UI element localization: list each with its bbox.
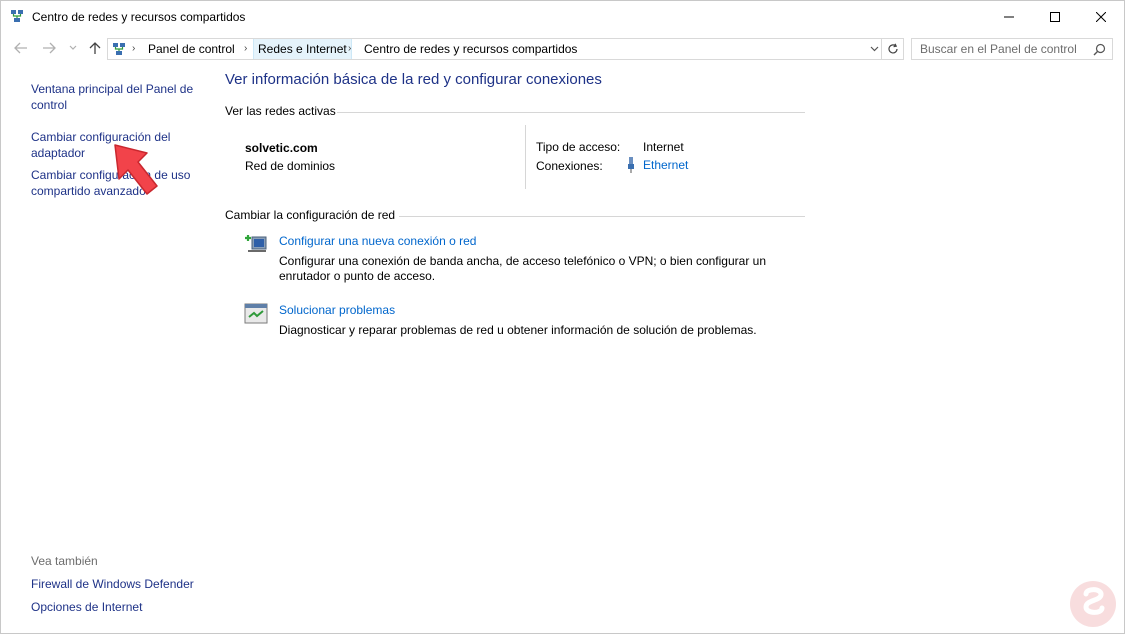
minimize-button[interactable]: [986, 1, 1032, 32]
search-input[interactable]: Buscar en el Panel de control: [920, 42, 1077, 56]
link-firewall-windows-defender[interactable]: Firewall de Windows Defender: [31, 576, 201, 592]
address-bar[interactable]: › Panel de control › Redes e Internet › …: [107, 38, 882, 60]
new-connection-icon: [245, 235, 267, 252]
ethernet-icon: [628, 157, 634, 173]
setup-new-connection-link[interactable]: Configurar una nueva conexión o red: [279, 234, 476, 248]
ethernet-connection-link[interactable]: Ethernet: [643, 158, 688, 172]
chevron-down-icon: [870, 46, 878, 52]
maximize-button[interactable]: [1032, 1, 1078, 32]
network-name: solvetic.com: [245, 141, 318, 155]
solvetic-logo-icon: [1070, 581, 1116, 627]
troubleshoot-desc: Diagnosticar y reparar problemas de red …: [279, 323, 757, 337]
close-button[interactable]: [1078, 1, 1124, 32]
section-divider: [337, 112, 805, 113]
chevron-down-icon: [69, 45, 77, 50]
page-title: Ver información básica de la red y confi…: [225, 71, 602, 88]
access-type-label: Tipo de acceso:: [536, 140, 621, 154]
back-arrow-icon: [14, 42, 27, 54]
section-divider: [399, 216, 805, 217]
breadcrumb-centro-de-redes[interactable]: Centro de redes y recursos compartidos: [360, 39, 581, 59]
forward-button[interactable]: [41, 40, 57, 56]
setup-new-connection-desc: Configurar una conexión de banda ancha, …: [279, 254, 766, 268]
connections-label: Conexiones:: [536, 159, 603, 173]
vertical-divider: [525, 125, 526, 189]
see-also-heading: Vea también: [31, 554, 98, 568]
up-arrow-icon: [89, 42, 101, 54]
maximize-icon: [1050, 11, 1060, 22]
access-type-value: Internet: [643, 140, 684, 154]
close-icon: [1096, 11, 1106, 22]
recent-locations-button[interactable]: [65, 40, 81, 56]
breadcrumb-separator-icon[interactable]: ›: [244, 39, 247, 59]
forward-arrow-icon: [43, 42, 56, 54]
network-center-icon: [11, 10, 23, 22]
back-button[interactable]: [13, 40, 29, 56]
refresh-button[interactable]: [882, 38, 904, 60]
breadcrumb-separator-icon[interactable]: ›: [348, 39, 351, 59]
troubleshoot-icon: [244, 303, 268, 324]
link-opciones-de-internet[interactable]: Opciones de Internet: [31, 599, 201, 615]
link-ventana-principal[interactable]: Ventana principal del Panel de control: [31, 81, 201, 113]
setup-new-connection-desc-2: enrutador o punto de acceso.: [279, 269, 436, 283]
active-networks-heading: Ver las redes activas: [225, 104, 336, 118]
breadcrumb-panel-de-control[interactable]: Panel de control: [144, 39, 239, 59]
breadcrumb-redes-e-internet[interactable]: Redes e Internet: [253, 39, 352, 59]
breadcrumb-separator-icon[interactable]: ›: [132, 39, 135, 59]
search-box[interactable]: Buscar en el Panel de control: [911, 38, 1113, 60]
address-dropdown-button[interactable]: [864, 39, 884, 59]
window: Centro de redes y recursos compartidos ›…: [0, 0, 1125, 634]
annotation-arrow-icon: [114, 144, 158, 195]
minimize-icon: [1004, 16, 1014, 17]
troubleshoot-link[interactable]: Solucionar problemas: [279, 303, 395, 317]
control-panel-icon: [113, 43, 125, 55]
change-settings-heading: Cambiar la configuración de red: [225, 208, 396, 222]
up-button[interactable]: [87, 40, 103, 56]
window-title: Centro de redes y recursos compartidos: [32, 10, 246, 24]
search-icon[interactable]: [1093, 43, 1106, 56]
title-bar: Centro de redes y recursos compartidos: [1, 1, 1124, 33]
network-type: Red de dominios: [245, 159, 336, 173]
refresh-icon: [887, 43, 898, 54]
